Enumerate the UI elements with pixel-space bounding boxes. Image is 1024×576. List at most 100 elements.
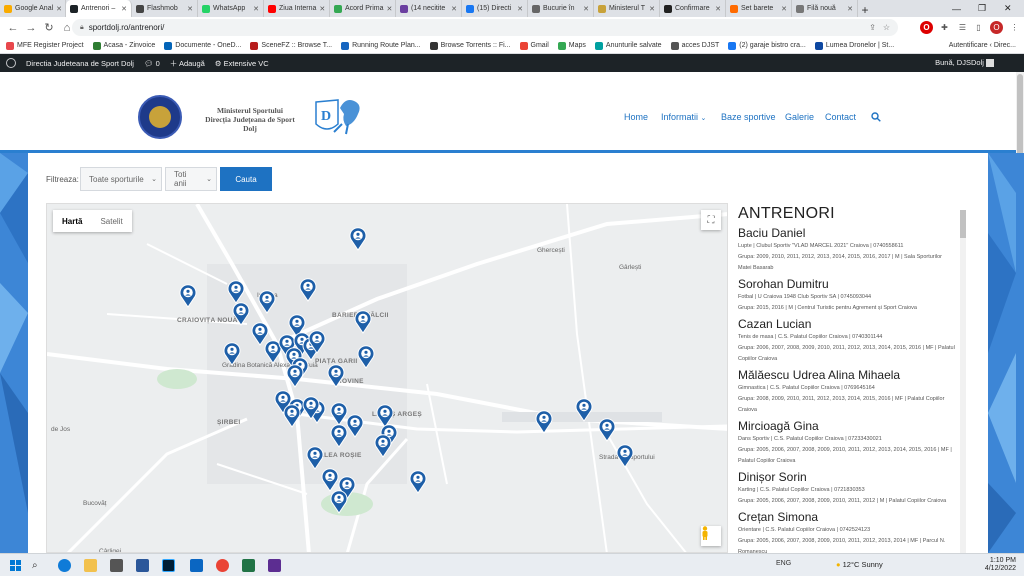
wp-extensive-vc[interactable]: ⚙ Extensive VC: [215, 59, 269, 68]
bookmark-item[interactable]: Acasa - Zinvoice: [92, 41, 155, 50]
wp-site-name[interactable]: Directia Judeteana de Sport Dolj: [26, 59, 134, 68]
windows-start-icon[interactable]: [10, 560, 21, 571]
browser-tab[interactable]: (15) Directi ✕: [462, 0, 528, 17]
trainer-location-pin[interactable]: [223, 342, 241, 366]
trainer-location-pin[interactable]: [575, 398, 593, 422]
bookmark-item[interactable]: MFE Register Project: [6, 41, 84, 50]
profile-avatar[interactable]: O: [990, 21, 1003, 34]
close-tab-icon[interactable]: ✕: [187, 5, 193, 13]
trainers-map[interactable]: Ghercești Gârlești CRAIOVIȚA NOUĂ BARIERA V…: [46, 203, 728, 553]
new-tab-button[interactable]: +: [858, 3, 872, 17]
trainer-entry[interactable]: Dinișor Sorin Karting | C.S. Palatul Copi…: [738, 470, 968, 507]
trainer-location-pin[interactable]: [374, 434, 392, 458]
search-icon[interactable]: [871, 112, 881, 122]
trainer-location-pin[interactable]: [302, 396, 320, 420]
browser-tab[interactable]: WhatsApp ✕: [198, 0, 264, 17]
trainer-location-pin[interactable]: [306, 446, 324, 470]
bookmark-item[interactable]: Running Route Plan...: [341, 41, 421, 50]
browser-tab[interactable]: Ziua Interna ✕: [264, 0, 330, 17]
excel-icon[interactable]: [242, 559, 255, 572]
trainer-location-pin[interactable]: [330, 424, 348, 448]
trainer-entry[interactable]: Baciu Daniel Lupte | Clubul Sportiv "VLAD…: [738, 226, 968, 274]
wp-comments[interactable]: 💬︎ 0: [144, 59, 160, 68]
site-logo-text[interactable]: Ministerul Sportului Direcția Județeana …: [190, 106, 310, 133]
trainer-location-pin[interactable]: [409, 470, 427, 494]
browser-tab[interactable]: Bucurie în ✕: [528, 0, 594, 17]
wordpress-icon[interactable]: [6, 58, 16, 68]
taskbar-search-icon[interactable]: ⌕: [32, 560, 38, 571]
clock[interactable]: 1:10 PM 4/12/2022: [985, 557, 1016, 573]
close-tab-icon[interactable]: ✕: [387, 5, 393, 13]
close-window-button[interactable]: ✕: [1004, 0, 1012, 17]
menu-kebab-icon[interactable]: ⋮: [1008, 21, 1021, 34]
search-button[interactable]: Cauta: [220, 167, 272, 191]
edge-icon[interactable]: [58, 559, 71, 572]
close-tab-icon[interactable]: ✕: [253, 5, 259, 13]
trainer-location-pin[interactable]: [346, 414, 364, 438]
file-explorer-icon[interactable]: [84, 559, 97, 572]
close-tab-icon[interactable]: ✕: [121, 5, 127, 13]
close-tab-icon[interactable]: ✕: [583, 5, 589, 13]
bookmark-item[interactable]: Documente - OneD...: [164, 41, 241, 50]
map-type-satellite[interactable]: Satelit: [91, 210, 131, 232]
nav-galerie[interactable]: Galerie: [785, 112, 814, 122]
trainer-entry[interactable]: Sorohan Dumitru Fotbal | U Craiova 1948 C…: [738, 277, 968, 314]
map-type-map[interactable]: Hartă: [53, 210, 91, 232]
bookmark-overflow[interactable]: Autentificare ‹ Direc...: [949, 42, 1016, 49]
pegman-icon[interactable]: [701, 526, 721, 546]
keyboard-lang[interactable]: ENG: [776, 560, 791, 567]
wp-add-new[interactable]: ＋ Adaugă: [170, 58, 205, 69]
reload-icon[interactable]: ↻: [40, 21, 58, 34]
trainer-location-pin[interactable]: [321, 468, 339, 492]
trainer-name[interactable]: Dinișor Sorin: [738, 470, 968, 485]
side-panel-icon[interactable]: ▯: [972, 21, 985, 34]
back-icon[interactable]: ←: [4, 22, 22, 34]
browser-tab[interactable]: Ministerul T ✕: [594, 0, 660, 17]
close-tab-icon[interactable]: ✕: [56, 5, 62, 13]
outlook-icon[interactable]: [190, 559, 203, 572]
close-tab-icon[interactable]: ✕: [847, 5, 853, 13]
trainer-location-pin[interactable]: [227, 280, 245, 304]
opera-extension-icon[interactable]: O: [920, 21, 933, 34]
trainer-name[interactable]: Sorohan Dumitru: [738, 277, 968, 292]
trainer-location-pin[interactable]: [598, 418, 616, 442]
sport-select[interactable]: Toate sporturile ⌄: [80, 167, 162, 191]
browser-tab[interactable]: Confirmare ✕: [660, 0, 726, 17]
close-tab-icon[interactable]: ✕: [715, 5, 721, 13]
browser-tab[interactable]: (14 necitite ✕: [396, 0, 462, 17]
ministry-seal-logo[interactable]: [138, 95, 182, 139]
trainer-location-pin[interactable]: [232, 302, 250, 326]
close-tab-icon[interactable]: ✕: [451, 5, 457, 13]
bookmark-item[interactable]: Anunturile salvate: [594, 41, 662, 50]
maximize-button[interactable]: ❐: [978, 0, 986, 17]
trainer-location-pin[interactable]: [330, 490, 348, 514]
trainers-scrollbar[interactable]: [960, 210, 966, 553]
bookmark-item[interactable]: SceneFZ :: Browse T...: [250, 41, 332, 50]
trainer-location-pin[interactable]: [616, 444, 634, 468]
forward-icon[interactable]: →: [22, 22, 40, 34]
trainer-location-pin[interactable]: [357, 345, 375, 369]
trainer-location-pin[interactable]: [349, 227, 367, 251]
bookmark-item[interactable]: Maps: [557, 41, 586, 50]
trainer-entry[interactable]: Crețan Simona Orientare | C.S. Palatul Co…: [738, 510, 968, 553]
trainer-name[interactable]: Mircioagă Gina: [738, 419, 968, 434]
bookmark-item[interactable]: Gmail: [519, 41, 549, 50]
minimize-button[interactable]: —: [952, 0, 961, 17]
trainer-location-pin[interactable]: [179, 284, 197, 308]
trainer-location-pin[interactable]: [258, 290, 276, 314]
nav-contact[interactable]: Contact: [825, 112, 856, 122]
app-icon[interactable]: [268, 559, 281, 572]
trainer-entry[interactable]: Cazan Lucian Tenis de masa | C.S. Palatul…: [738, 317, 968, 365]
browser-tab[interactable]: Set barete ✕: [726, 0, 792, 17]
store-icon[interactable]: [110, 559, 123, 572]
star-icon[interactable]: ☆: [883, 23, 890, 32]
fullscreen-icon[interactable]: ⛶: [701, 210, 721, 230]
trainer-location-pin[interactable]: [308, 330, 326, 354]
trainer-name[interactable]: Crețan Simona: [738, 510, 968, 525]
trainer-location-pin[interactable]: [286, 364, 304, 388]
browser-tab[interactable]: Antrenori – ✕: [66, 0, 132, 17]
browser-tab[interactable]: Filă nouă ✕: [792, 0, 858, 17]
word-icon[interactable]: [136, 559, 149, 572]
year-select[interactable]: Toti anii ⌄: [165, 167, 217, 191]
puzzle-extension-icon[interactable]: ✚: [938, 21, 951, 34]
